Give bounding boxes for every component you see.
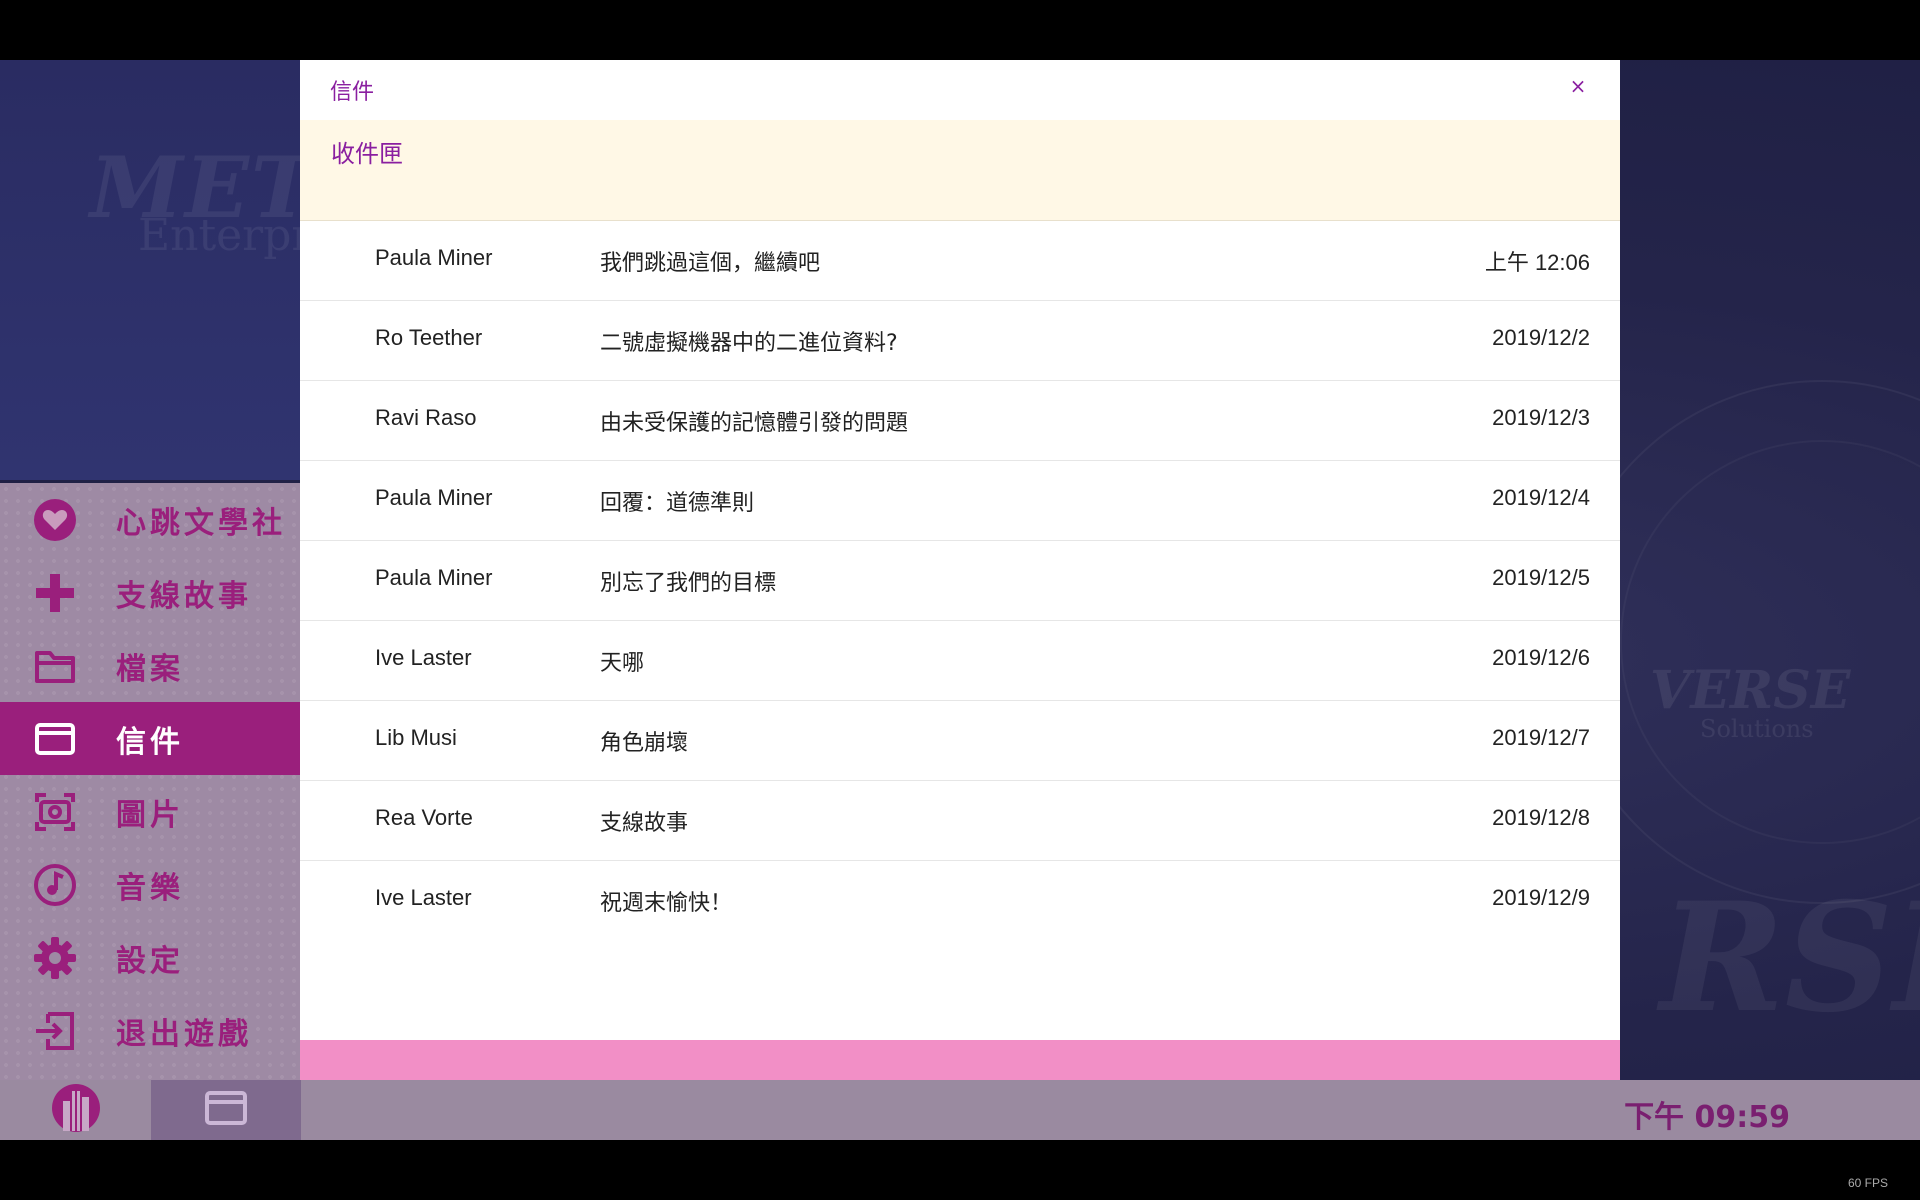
mail-icon <box>32 716 78 762</box>
taskbar-clock: 下午 09:59 <box>1624 1100 1790 1135</box>
mail-subject: 天哪 <box>600 651 645 676</box>
mail-sender: Lib Musi <box>375 725 457 750</box>
mail-date: 上午 12:06 <box>1484 250 1590 275</box>
gear-icon <box>32 935 78 981</box>
mail-date: 2019/12/5 <box>1492 565 1590 590</box>
sidebar-item-label: 設定 <box>116 943 184 979</box>
mail-sender: Ro Teether <box>375 325 483 350</box>
sidebar-item-music[interactable]: 音樂 <box>0 848 300 921</box>
mail-subject: 角色崩壞 <box>600 731 689 756</box>
folder-header: 收件匣 <box>300 120 1620 221</box>
sidebar-item-label: 圖片 <box>116 797 184 833</box>
mail-date: 2019/12/8 <box>1492 805 1590 830</box>
mail-subject: 祝週末愉快！ <box>600 891 733 916</box>
window-header: 信件 × <box>300 60 1620 120</box>
mail-subject: 別忘了我們的目標 <box>600 571 777 596</box>
background-logo-right-sub: Solutions <box>1700 715 1814 743</box>
mail-row[interactable]: Ive Laster 天哪 2019/12/6 <box>300 621 1620 701</box>
inbox-label: 收件匣 <box>331 140 403 168</box>
game-screen: META Enterpri VERSE Solutions RSE 心跳文學社 … <box>0 60 1920 1140</box>
mail-date: 2019/12/2 <box>1492 325 1590 350</box>
mail-subject: 支線故事 <box>600 811 689 836</box>
camera-icon <box>32 789 78 835</box>
mail-sender: Paula Miner <box>375 245 493 270</box>
background-logo-right: VERSE <box>1650 660 1851 721</box>
background-panel <box>0 60 300 480</box>
company-logo-icon <box>51 1083 101 1137</box>
sidebar-item-label: 支線故事 <box>116 578 252 614</box>
mail-sender: Paula Miner <box>375 485 493 510</box>
background-logo-right-large: RSE <box>1660 870 1920 1046</box>
taskbar: 下午 09:59 <box>0 1080 1920 1140</box>
mail-row[interactable]: Lib Musi 角色崩壞 2019/12/7 <box>300 701 1620 781</box>
mail-row[interactable]: Ive Laster 祝週末愉快！ 2019/12/9 <box>300 861 1620 940</box>
taskbar-home-button[interactable] <box>0 1080 151 1140</box>
mail-row[interactable]: Ro Teether 二號虛擬機器中的二進位資料? 2019/12/2 <box>300 301 1620 381</box>
sidebar-item-files[interactable]: 檔案 <box>0 629 300 702</box>
mail-sender: Ive Laster <box>375 885 472 910</box>
sidebar-item-mail[interactable]: 信件 <box>0 702 300 775</box>
mail-sender: Ravi Raso <box>375 405 477 430</box>
sidebar-item-label: 音樂 <box>116 870 184 906</box>
mail-list: Paula Miner 我們跳過這個，繼續吧 上午 12:06 Ro Teeth… <box>300 221 1620 940</box>
mail-icon <box>204 1090 248 1130</box>
mail-subject: 我們跳過這個，繼續吧 <box>600 251 821 276</box>
mail-date: 2019/12/3 <box>1492 405 1590 430</box>
folder-icon <box>32 643 78 689</box>
mail-sender: Rea Vorte <box>375 805 473 830</box>
sidebar-item-label: 心跳文學社 <box>116 505 286 541</box>
background-logo-subtext: Enterpri <box>138 210 327 261</box>
mail-subject: 二號虛擬機器中的二進位資料? <box>600 331 898 356</box>
sidebar-item-label: 檔案 <box>116 651 184 687</box>
mail-sender: Paula Miner <box>375 565 493 590</box>
mail-row[interactable]: Ravi Raso 由未受保護的記憶體引發的問題 2019/12/3 <box>300 381 1620 461</box>
sidebar-item-label: 退出遊戲 <box>116 1016 252 1052</box>
plus-icon <box>32 570 78 616</box>
sidebar-item-quit[interactable]: 退出遊戲 <box>0 994 300 1067</box>
mail-row[interactable]: Paula Miner 別忘了我們的目標 2019/12/5 <box>300 541 1620 621</box>
exit-icon <box>32 1008 78 1054</box>
heart-icon <box>32 497 78 543</box>
mail-subject: 由未受保護的記憶體引發的問題 <box>600 411 909 436</box>
mail-date: 2019/12/4 <box>1492 485 1590 510</box>
mail-subject: 回覆：道德準則 <box>600 491 755 516</box>
sidebar-item-settings[interactable]: 設定 <box>0 921 300 994</box>
mail-date: 2019/12/9 <box>1492 885 1590 910</box>
window-title: 信件 <box>330 80 375 105</box>
music-icon <box>32 862 78 908</box>
mail-date: 2019/12/6 <box>1492 645 1590 670</box>
mail-row[interactable]: Paula Miner 我們跳過這個，繼續吧 上午 12:06 <box>300 221 1620 301</box>
mail-row[interactable]: Rea Vorte 支線故事 2019/12/8 <box>300 781 1620 861</box>
mail-date: 2019/12/7 <box>1492 725 1590 750</box>
taskbar-mail-button[interactable] <box>151 1080 301 1140</box>
sidebar-item-side-stories[interactable]: 支線故事 <box>0 556 300 629</box>
sidebar-item-literature-club[interactable]: 心跳文學社 <box>0 483 300 556</box>
sidebar-menu: 心跳文學社 支線故事 檔案 信件 圖片 音樂 設定 退出遊戲 <box>0 483 300 1140</box>
mail-window: 信件 × 收件匣 Paula Miner 我們跳過這個，繼續吧 上午 12:06… <box>300 60 1620 1080</box>
sidebar-item-pictures[interactable]: 圖片 <box>0 775 300 848</box>
window-footer-bar <box>300 1040 1620 1080</box>
mail-row[interactable]: Paula Miner 回覆：道德準則 2019/12/4 <box>300 461 1620 541</box>
mail-sender: Ive Laster <box>375 645 472 670</box>
fps-counter: 60 FPS <box>1847 1176 1888 1190</box>
close-button[interactable]: × <box>1566 74 1590 98</box>
sidebar-item-label: 信件 <box>116 724 184 760</box>
